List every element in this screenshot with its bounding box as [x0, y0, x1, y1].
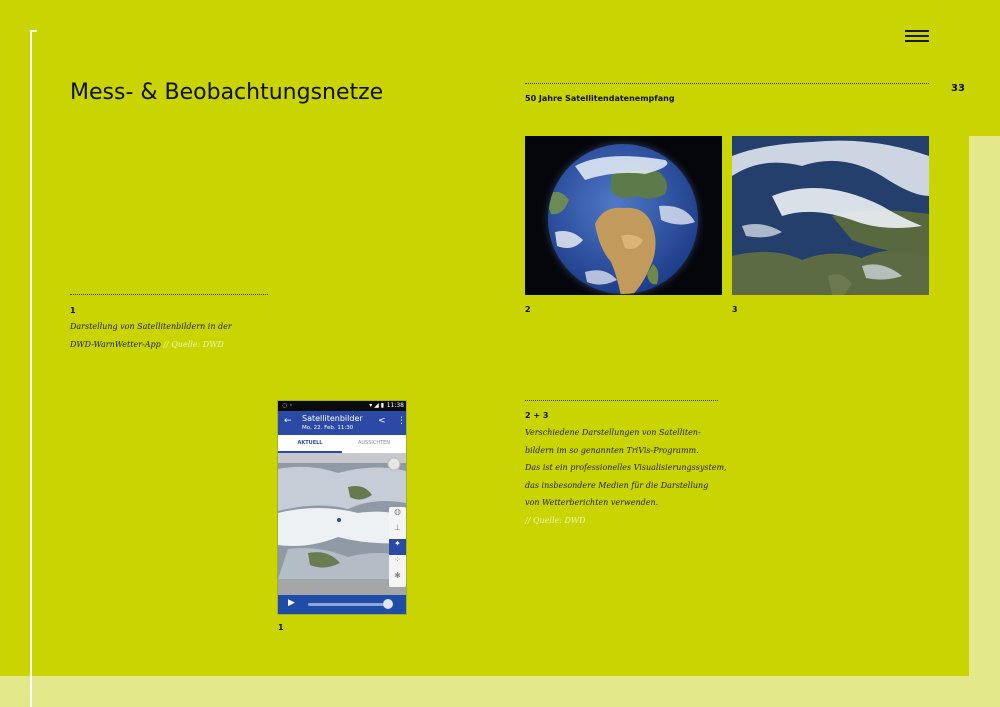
- caption-1-divider: [70, 294, 268, 295]
- status-time: 11:38: [386, 402, 404, 409]
- phone-figure-label: 1: [278, 623, 284, 632]
- caption-23-line-1: Verschiedene Darstellungen von Satellite…: [525, 428, 701, 437]
- layer-temperature-icon[interactable]: ⊥: [389, 523, 406, 539]
- tab-aktuell[interactable]: AKTUELL: [278, 435, 342, 453]
- globe-satellite-image: [525, 136, 722, 295]
- page-number: 33: [951, 83, 965, 94]
- more-vert-icon[interactable]: ⋮: [397, 416, 406, 426]
- play-icon[interactable]: ▶: [288, 598, 295, 608]
- tab-aussichten[interactable]: AUSSICHTEN: [342, 435, 406, 451]
- phone-status-bar: ◌ ◦ 11:38 ▾ ◢ ▮: [278, 401, 406, 411]
- europe-satellite-image: [732, 136, 929, 295]
- caption-1-line-1: Darstellung von Satellitenbildern in der: [70, 322, 232, 331]
- caption-23-line-5: von Wetterberichten verwenden.: [525, 498, 659, 508]
- caption-23-number: 2 + 3: [525, 411, 549, 420]
- status-right-icons: ▾ ◢ ▮: [369, 402, 384, 409]
- caption-23-line-2: bildern im so genannten TriVis-Programm.: [525, 445, 699, 455]
- satellite-icon[interactable]: ✦: [389, 539, 406, 555]
- section-divider: [525, 83, 929, 84]
- caption-1-text: Darstellung von Satellitenbildern in der…: [70, 318, 232, 353]
- share-icon[interactable]: <: [378, 416, 386, 426]
- margin-rule: [30, 30, 32, 707]
- caption-23-divider: [525, 400, 718, 401]
- caption-23-text: Verschiedene Darstellungen von Satellite…: [525, 424, 727, 530]
- caption-1-source: // Quelle: DWD: [163, 339, 224, 349]
- playback-bar: ▶: [278, 595, 406, 614]
- app-title: Satellitenbilder: [302, 414, 363, 423]
- time-slider[interactable]: [308, 603, 390, 606]
- caption-1-number: 1: [70, 306, 76, 315]
- phone-app-bar: ← Satellitenbilder Mo, 22. Feb. 11:30 < …: [278, 411, 406, 435]
- target-icon[interactable]: [383, 599, 393, 609]
- layer-weather-icon[interactable]: ◍: [389, 507, 406, 523]
- hamburger-menu-icon[interactable]: [905, 30, 929, 44]
- page-title: Mess- & Beobachtungsnetze: [70, 80, 384, 105]
- satellite-map[interactable]: ◍ ⊥ ✦ ⁘ ✱: [278, 453, 406, 595]
- caption-23-source: // Quelle: DWD: [525, 515, 586, 525]
- status-left-icons: ◌ ◦: [282, 402, 293, 409]
- phone-app-screenshot: ◌ ◦ 11:38 ▾ ◢ ▮ ← Satellitenbilder Mo, 2…: [278, 401, 406, 614]
- pale-bottom-panel: [0, 676, 1000, 707]
- pale-side-panel: [969, 136, 1000, 707]
- caption-1-line-2: DWD-WarnWetter-App // Quelle: DWD: [70, 336, 232, 354]
- map-layer-toolbar: ◍ ⊥ ✦ ⁘ ✱: [389, 507, 406, 587]
- caption-23-line-4: das insbesondere Medien für die Darstell…: [525, 480, 709, 490]
- layer-wind-icon[interactable]: ✱: [389, 571, 406, 587]
- figure-2-label: 2: [525, 305, 531, 314]
- phone-tabs: AKTUELL AUSSICHTEN: [278, 435, 406, 453]
- figure-3-label: 3: [732, 305, 738, 314]
- caption-1-line-2-text: DWD-WarnWetter-App: [70, 339, 161, 349]
- app-subtitle: Mo, 22. Feb. 11:30: [302, 425, 354, 431]
- caption-23-line-3: Das ist ein professionelles Visualisieru…: [525, 463, 727, 473]
- section-label: 50 Jahre Satellitendatenempfang: [525, 94, 675, 103]
- layer-rain-icon[interactable]: ⁘: [389, 555, 406, 571]
- arrow-left-icon[interactable]: ←: [284, 416, 292, 426]
- margin-rule-tick: [30, 30, 37, 32]
